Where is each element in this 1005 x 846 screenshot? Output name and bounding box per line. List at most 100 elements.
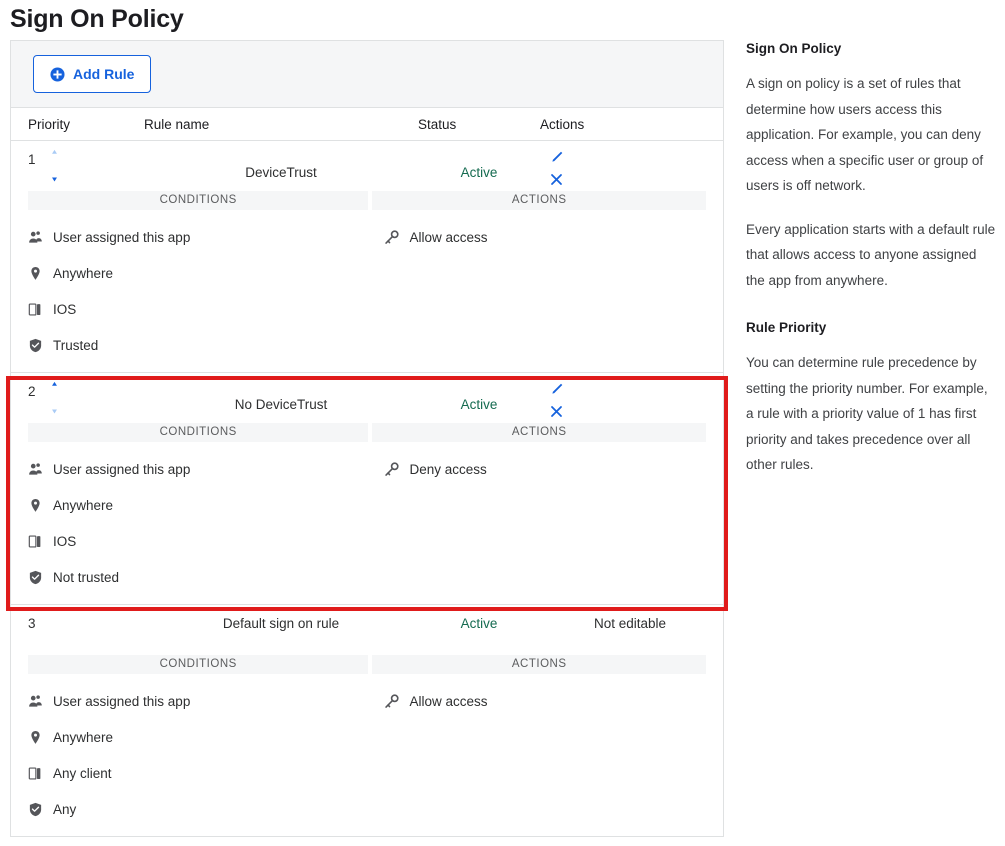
key-icon — [384, 461, 400, 477]
priority-reorder-arrows — [49, 380, 61, 417]
column-header-priority: Priority — [28, 116, 71, 132]
table-toolbar: Add Rule — [11, 41, 723, 108]
move-rule-up-button[interactable] — [49, 380, 61, 396]
rule-conditions-list: User assigned this app Anywhere IOS Not tru… — [28, 451, 384, 595]
users-icon — [29, 694, 42, 707]
condition-label: Not trusted — [53, 569, 120, 585]
condition-label: IOS — [53, 533, 77, 549]
move-rule-down-button[interactable] — [49, 169, 61, 185]
info-paragraph-1: A sign on policy is a set of rules that … — [746, 76, 984, 193]
key-icon — [384, 229, 400, 245]
rule-not-editable-label: Not editable — [593, 616, 667, 631]
users-icon — [29, 462, 42, 475]
shield-check-icon — [28, 337, 43, 353]
rule-priority-cell: 1 — [11, 148, 144, 185]
arrow-up-icon — [52, 381, 57, 393]
column-header-status: Status — [418, 116, 457, 132]
condition-row: User assigned this app — [28, 219, 384, 255]
rule-actions-cell — [540, 148, 720, 188]
close-icon — [550, 406, 562, 417]
rule-summary-row: 1 DeviceTrust Active — [11, 141, 723, 191]
condition-label: Anywhere — [53, 497, 114, 513]
rule-priority-cell: 3 — [11, 612, 144, 634]
info-panel: Sign On Policy A sign on policy is a set… — [746, 40, 998, 478]
action-row: Allow access — [384, 219, 723, 255]
condition-label: Anywhere — [53, 729, 114, 745]
rule-actions-list: Deny access — [384, 451, 723, 595]
rule-actions-cell — [540, 380, 720, 420]
delete-rule-button[interactable] — [548, 404, 564, 420]
condition-label: User assigned this app — [53, 229, 191, 245]
rule-status-badge: Active — [460, 165, 498, 180]
condition-row: Trusted — [28, 327, 384, 363]
action-row: Deny access — [384, 451, 723, 487]
rule-name-cell: No DeviceTrust — [234, 397, 328, 412]
rule-priority-number: 3 — [28, 616, 36, 631]
device-icon — [28, 534, 41, 548]
condition-label: Anywhere — [53, 265, 114, 281]
shield-check-icon — [29, 338, 42, 352]
sub-header-conditions: CONDITIONS — [28, 191, 369, 210]
condition-label: Any — [53, 801, 77, 817]
rule-priority-cell: 2 — [11, 380, 144, 417]
edit-rule-button[interactable] — [548, 382, 564, 398]
condition-row: IOS — [28, 291, 384, 327]
rule-priority-number: 2 — [28, 384, 36, 399]
rule-details: User assigned this app Anywhere IOS Not tru… — [11, 442, 723, 604]
rule-name-cell: DeviceTrust — [245, 165, 317, 180]
info-paragraph-2: Every application starts with a default … — [746, 221, 996, 288]
rule-sub-headers: CONDITIONS ACTIONS — [11, 423, 723, 442]
add-rule-button[interactable]: Add Rule — [33, 55, 152, 93]
rule-status-badge: Active — [460, 616, 498, 631]
rule-actions-list: Allow access — [384, 219, 723, 363]
rule-sub-headers: CONDITIONS ACTIONS — [11, 191, 723, 210]
condition-label: Trusted — [53, 337, 99, 353]
sub-header-conditions: CONDITIONS — [28, 423, 369, 442]
move-rule-up-button[interactable] — [49, 148, 61, 164]
arrow-down-icon — [52, 402, 57, 414]
rule-block: 2 No DeviceTrust Active CONDITIONS ACTIONS Us… — [11, 373, 723, 605]
info-heading-sign-on-policy: Sign On Policy — [746, 41, 842, 56]
location-pin-icon — [28, 265, 43, 281]
condition-row: Any — [28, 791, 384, 827]
add-rule-label: Add Rule — [73, 66, 135, 82]
pencil-icon — [551, 151, 562, 162]
edit-rule-button[interactable] — [548, 150, 564, 166]
action-label: Deny access — [409, 461, 487, 477]
location-pin-icon — [31, 266, 40, 280]
condition-label: IOS — [53, 301, 77, 317]
condition-row: Anywhere — [28, 719, 384, 755]
rule-actions-list: Allow access — [384, 683, 723, 827]
plus-circle-icon — [50, 66, 65, 82]
table-column-headers: Priority Rule name Status Actions — [11, 108, 723, 141]
action-label: Allow access — [409, 229, 488, 245]
page-title: Sign On Policy — [10, 5, 184, 33]
action-row: Allow access — [384, 683, 723, 719]
rule-sub-headers: CONDITIONS ACTIONS — [11, 655, 723, 674]
condition-row: User assigned this app — [28, 451, 384, 487]
location-pin-icon — [28, 729, 43, 745]
device-icon — [28, 533, 43, 549]
move-rule-down-button[interactable] — [49, 401, 61, 417]
key-icon — [385, 229, 400, 244]
key-icon — [385, 693, 400, 708]
condition-row: Any client — [28, 755, 384, 791]
key-icon — [385, 461, 400, 476]
delete-rule-button[interactable] — [548, 172, 564, 188]
location-pin-icon — [28, 497, 43, 513]
rule-summary-row: 2 No DeviceTrust Active — [11, 373, 723, 423]
shield-check-icon — [29, 570, 42, 584]
info-heading-rule-priority: Rule Priority — [746, 320, 827, 335]
rule-block: 1 DeviceTrust Active CONDITIONS ACTIONS User … — [11, 141, 723, 373]
priority-reorder-arrows — [49, 148, 61, 185]
condition-row: Anywhere — [28, 487, 384, 523]
close-icon — [550, 174, 562, 185]
pencil-icon — [551, 383, 562, 394]
condition-row: IOS — [28, 523, 384, 559]
rules-list: 1 DeviceTrust Active CONDITIONS ACTIONS User … — [11, 141, 723, 836]
condition-row: Anywhere — [28, 255, 384, 291]
condition-label: User assigned this app — [53, 693, 191, 709]
users-icon — [29, 230, 42, 243]
rule-details: User assigned this app Anywhere Any client… — [11, 674, 723, 836]
shield-check-icon — [28, 801, 43, 817]
